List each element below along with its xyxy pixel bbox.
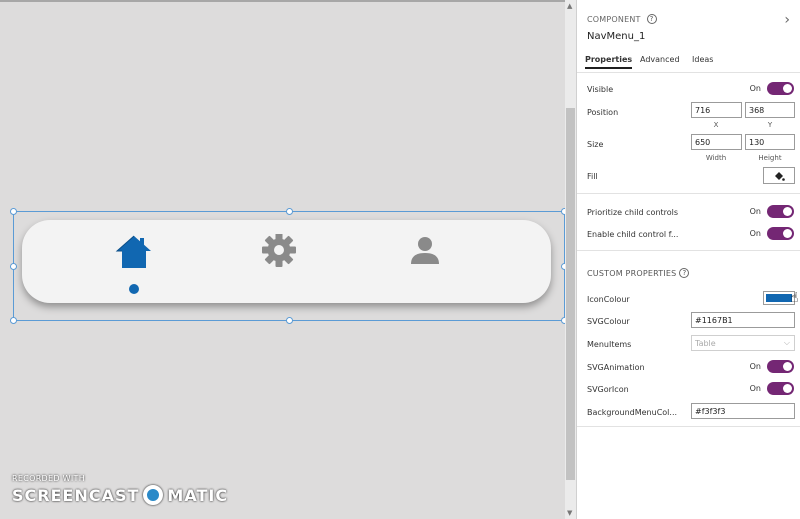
position-label: Position <box>587 108 619 117</box>
properties-pane: COMPONENT ? › NavMenu_1 Properties Advan… <box>576 0 800 519</box>
size-width-input[interactable]: 650 <box>691 134 742 150</box>
section-divider <box>577 250 800 251</box>
chevron-right-icon[interactable]: › <box>784 12 790 28</box>
screencast-logo-icon <box>143 485 164 505</box>
background-menu-colour-label: BackgroundMenuCol... <box>587 408 678 417</box>
nav-menu-component[interactable] <box>22 220 551 303</box>
prioritize-toggle-row: On <box>750 205 794 218</box>
position-x-caption: X <box>713 121 719 129</box>
menu-items-dropdown[interactable]: Table ⌵ <box>691 335 795 351</box>
fill-button[interactable] <box>763 167 795 184</box>
fill-label: Fill <box>587 172 598 181</box>
scroll-up-icon[interactable]: ▲ <box>567 2 572 10</box>
svg-colour-input[interactable]: #1167B1 <box>691 312 795 328</box>
size-height-caption: Height <box>758 154 782 162</box>
icon-colour-swatch-fill <box>766 294 792 302</box>
gear-icon <box>262 234 296 267</box>
visible-toggle-state: On <box>749 84 761 93</box>
section-divider <box>577 426 800 427</box>
menu-items-label: MenuItems <box>587 340 632 349</box>
enable-child-toggle-row: On <box>750 227 794 240</box>
visible-label: Visible <box>587 85 614 94</box>
icon-colour-label: IconColour <box>587 295 630 304</box>
component-name: NavMenu_1 <box>587 31 646 42</box>
tab-ideas[interactable]: Ideas <box>692 55 713 64</box>
active-indicator-dot <box>129 284 139 294</box>
enable-child-toggle-state: On <box>749 229 761 238</box>
position-y-caption: Y <box>767 121 773 129</box>
design-canvas[interactable]: RECORDED WITH SCREENCAST MATIC <box>0 0 568 519</box>
visible-toggle[interactable] <box>767 82 794 95</box>
help-icon[interactable]: ? <box>646 14 657 24</box>
prioritize-toggle[interactable] <box>767 205 794 218</box>
property-tabs: Properties Advanced Ideas <box>577 55 800 71</box>
position-y-input[interactable]: 368 <box>745 102 795 118</box>
svg-or-icon-toggle-row: On <box>750 382 794 395</box>
watermark-brand-left: SCREENCAST <box>12 485 140 505</box>
size-width-caption: Width <box>705 154 727 162</box>
chevron-down-icon: ⌵ <box>783 338 790 347</box>
nav-item-settings[interactable] <box>259 234 299 284</box>
custom-properties-title: CUSTOM PROPERTIES <box>587 268 677 278</box>
enable-child-label: Enable child control f... <box>587 230 679 239</box>
prioritize-toggle-state: On <box>749 207 761 216</box>
svg-animation-toggle-state: On <box>749 362 761 371</box>
background-menu-colour-input[interactable]: #f3f3f3 <box>691 403 795 419</box>
resize-handle-top-left[interactable] <box>10 208 17 215</box>
canvas-vertical-scrollbar[interactable]: ▲ ▼ <box>565 0 576 519</box>
resize-handle-middle-left[interactable] <box>10 263 17 270</box>
custom-properties-header: CUSTOM PROPERTIES ? <box>587 268 690 278</box>
component-header: COMPONENT ? <box>587 14 657 24</box>
resize-handle-bottom-center[interactable] <box>286 317 293 324</box>
scroll-down-icon[interactable]: ▼ <box>567 509 572 517</box>
help-icon[interactable]: ? <box>679 268 690 278</box>
svg-animation-label: SVGAnimation <box>587 363 645 372</box>
size-label: Size <box>587 140 604 149</box>
watermark-caption: RECORDED WITH <box>12 474 86 483</box>
tab-advanced[interactable]: Advanced <box>640 55 680 64</box>
nav-item-profile[interactable] <box>405 234 445 284</box>
menu-items-value: Table <box>695 339 716 348</box>
screencast-watermark: RECORDED WITH SCREENCAST MATIC <box>12 474 228 505</box>
watermark-brand-right: MATIC <box>167 485 229 505</box>
svg-or-icon-toggle[interactable] <box>767 382 794 395</box>
person-icon <box>411 237 439 264</box>
svg-or-icon-label: SVGorIcon <box>587 385 629 394</box>
hand-cursor-icon: ☝ <box>790 290 799 306</box>
enable-child-toggle[interactable] <box>767 227 794 240</box>
section-divider <box>577 193 800 194</box>
watermark-brand: SCREENCAST MATIC <box>12 485 228 505</box>
scrollbar-thumb[interactable] <box>566 108 575 480</box>
tab-properties[interactable]: Properties <box>585 55 633 69</box>
prioritize-label: Prioritize child controls <box>587 208 679 217</box>
svg-or-icon-toggle-state: On <box>749 384 761 393</box>
home-icon <box>115 235 151 268</box>
svg-colour-label: SVGColour <box>587 317 630 326</box>
tabs-divider <box>577 72 800 73</box>
resize-handle-top-center[interactable] <box>286 208 293 215</box>
nav-item-home[interactable] <box>114 234 154 294</box>
paint-bucket-icon <box>775 171 785 181</box>
position-x-input[interactable]: 716 <box>691 102 742 118</box>
resize-handle-bottom-left[interactable] <box>10 317 17 324</box>
component-label: COMPONENT <box>587 14 641 24</box>
svg-animation-toggle-row: On <box>750 360 794 373</box>
size-height-input[interactable]: 130 <box>745 134 795 150</box>
svg-animation-toggle[interactable] <box>767 360 794 373</box>
visible-toggle-row: On <box>750 82 794 95</box>
